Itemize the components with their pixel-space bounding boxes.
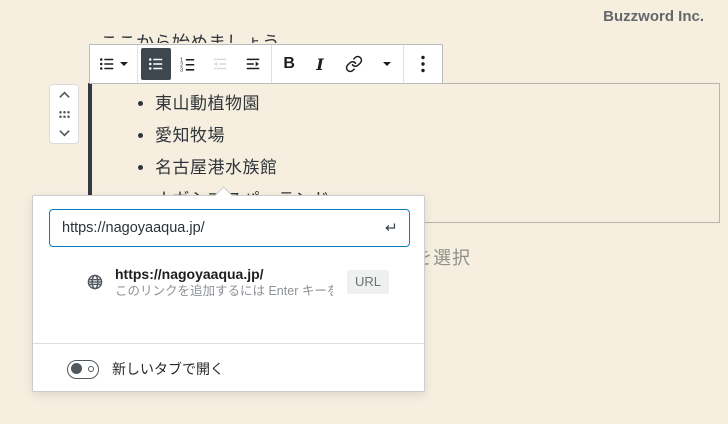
drag-handle-icon bbox=[58, 110, 70, 118]
url-input[interactable] bbox=[50, 220, 379, 236]
block-switcher-group bbox=[90, 45, 138, 83]
block-toolbar: 1 2 3 B I bbox=[89, 44, 443, 84]
suggestion-url: https://nagoyaaqua.jp/ bbox=[115, 265, 264, 282]
globe-icon bbox=[85, 272, 105, 292]
more-formatting-dropdown[interactable] bbox=[374, 45, 400, 83]
more-options-button[interactable] bbox=[406, 45, 440, 83]
open-in-new-tab-toggle[interactable] bbox=[67, 359, 99, 379]
ordered-list-icon: 1 2 3 bbox=[180, 57, 195, 73]
toggle-thumb bbox=[70, 363, 82, 374]
toggle-label: 新しいタブで開く bbox=[112, 361, 224, 377]
popover-divider bbox=[33, 343, 424, 344]
move-down-button[interactable] bbox=[58, 129, 71, 137]
suggestion-text: https://nagoyaaqua.jp/ このリンクを追加するには Ente… bbox=[115, 266, 333, 299]
bold-button[interactable]: B bbox=[275, 45, 303, 83]
url-type-badge: URL bbox=[347, 270, 390, 294]
link-button[interactable] bbox=[337, 45, 371, 83]
site-title: Buzzword Inc. bbox=[603, 8, 704, 25]
unordered-list-icon bbox=[148, 58, 163, 70]
indent-button[interactable] bbox=[238, 45, 268, 83]
editor-canvas: Buzzword Inc. ここから始めましょう 東山動植物園 愛知牧場 名古屋… bbox=[0, 0, 728, 424]
outdent-button bbox=[205, 45, 235, 83]
list-item[interactable]: 愛知牧場 bbox=[155, 120, 553, 152]
unordered-list-button[interactable] bbox=[140, 48, 171, 80]
italic-button[interactable]: I bbox=[306, 45, 334, 83]
svg-text:3: 3 bbox=[180, 67, 183, 73]
block-mover bbox=[49, 84, 79, 144]
open-in-new-tab-row: 新しいタブで開く bbox=[33, 353, 424, 385]
clipped-paragraph-text: ここから始めましょう bbox=[100, 33, 280, 43]
chevron-up-icon bbox=[58, 91, 70, 98]
suggestion-description: このリンクを追加するには Enter キーを押… bbox=[115, 283, 333, 298]
drag-handle[interactable] bbox=[58, 110, 71, 119]
list-item[interactable]: 東山動植物園 bbox=[155, 88, 553, 120]
chevron-down-icon bbox=[120, 62, 129, 66]
block-switcher-button[interactable] bbox=[93, 45, 134, 83]
ordered-list-button[interactable]: 1 2 3 bbox=[173, 45, 203, 83]
url-input-wrapper bbox=[49, 209, 410, 247]
link-suggestion-item[interactable]: https://nagoyaaqua.jp/ このリンクを追加するには Ente… bbox=[33, 255, 424, 309]
formatting-group: B I bbox=[272, 45, 404, 83]
enter-key-icon bbox=[379, 218, 399, 238]
link-icon bbox=[345, 55, 362, 73]
outdent-icon bbox=[214, 58, 227, 70]
chevron-down-icon bbox=[58, 130, 70, 137]
link-popover: https://nagoyaaqua.jp/ このリンクを追加するには Ente… bbox=[32, 186, 425, 392]
indent-icon bbox=[246, 58, 259, 70]
chevron-down-icon bbox=[382, 62, 391, 66]
move-up-button[interactable] bbox=[58, 91, 71, 99]
list-item[interactable]: 名古屋港水族館 bbox=[155, 152, 553, 184]
toggle-off-ring bbox=[88, 365, 94, 372]
options-group bbox=[404, 45, 442, 83]
kebab-menu-icon bbox=[421, 55, 425, 73]
list-tools-group: 1 2 3 bbox=[138, 45, 272, 83]
bulleted-list-icon bbox=[100, 58, 114, 70]
